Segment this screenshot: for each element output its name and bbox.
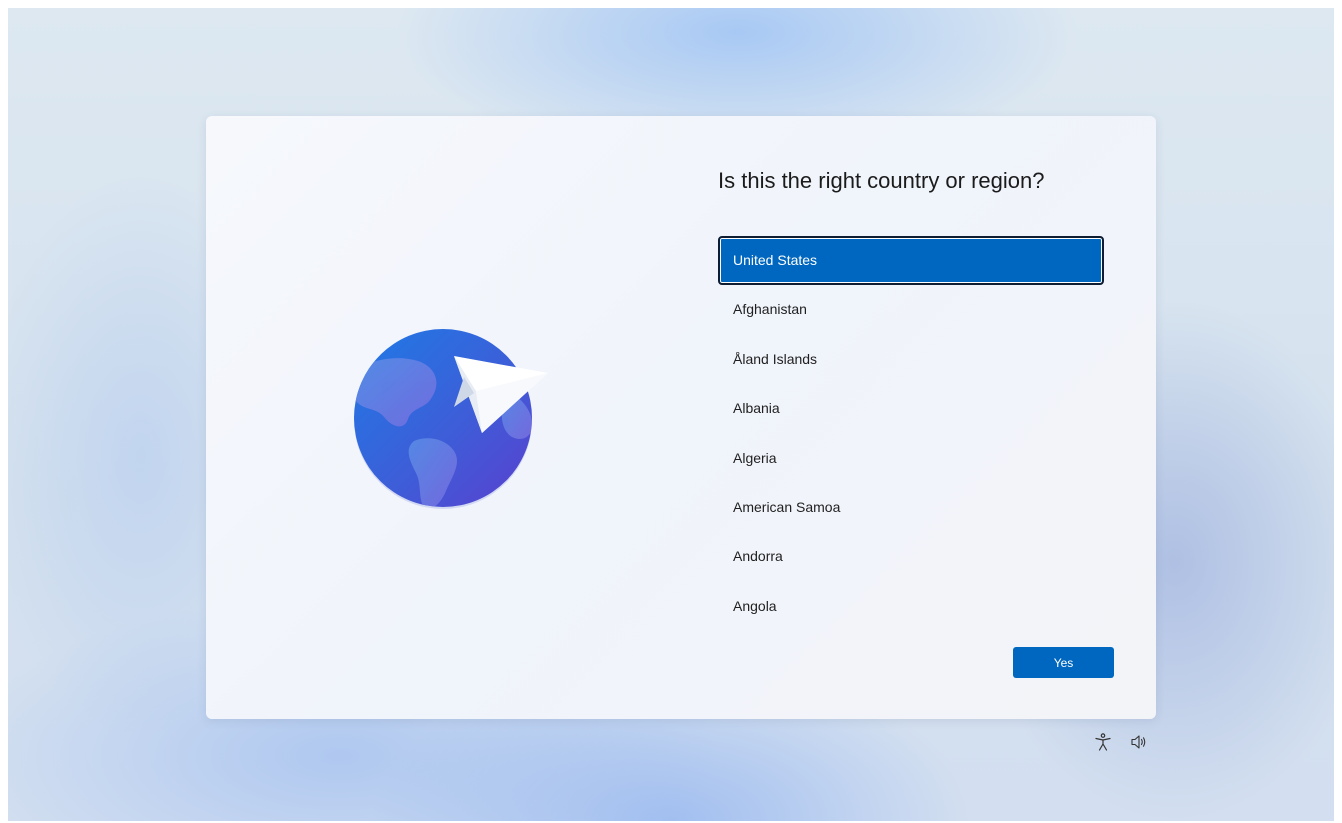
country-option-aland-islands[interactable]: Åland Islands bbox=[718, 335, 1104, 384]
volume-icon[interactable] bbox=[1129, 732, 1149, 752]
country-option-albania[interactable]: Albania bbox=[718, 384, 1104, 433]
country-option-american-samoa[interactable]: American Samoa bbox=[718, 483, 1104, 532]
country-option-united-states[interactable]: United States bbox=[718, 236, 1104, 286]
country-list[interactable]: United States Afghanistan Åland Islands … bbox=[718, 236, 1104, 631]
country-option-angola[interactable]: Angola bbox=[718, 582, 1104, 631]
country-option-andorra[interactable]: Andorra bbox=[718, 532, 1104, 581]
country-option-afghanistan[interactable]: Afghanistan bbox=[718, 285, 1104, 334]
page-title: Is this the right country or region? bbox=[718, 168, 1045, 193]
yes-button[interactable]: Yes bbox=[1013, 647, 1114, 678]
accessibility-icon[interactable] bbox=[1093, 732, 1113, 752]
background: Is this the right country or region? Uni… bbox=[8, 8, 1334, 821]
setup-card: Is this the right country or region? Uni… bbox=[206, 116, 1156, 719]
globe-paper-plane-icon bbox=[354, 329, 548, 509]
country-option-algeria[interactable]: Algeria bbox=[718, 434, 1104, 483]
